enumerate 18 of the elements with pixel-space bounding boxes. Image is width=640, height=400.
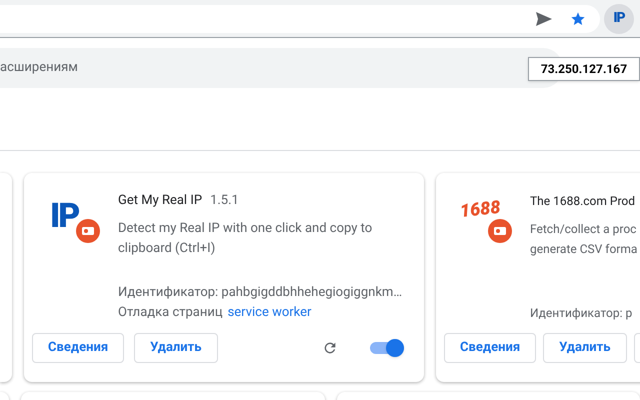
extension-logo: IP	[50, 195, 102, 245]
inspect-label: Отладка страниц	[118, 304, 223, 322]
remove-button[interactable]: Удалить	[543, 333, 627, 363]
extension-id: Идентификатор: pahbgigddbhhehegiogiggnkm…	[118, 284, 404, 302]
extension-title: The 1688.com Prod	[530, 193, 636, 210]
ip-tooltip: 73.250.127.167	[528, 57, 640, 81]
extension-description: Fetch/collect a proc	[530, 221, 638, 238]
extension-description: generate CSV forma	[530, 241, 638, 258]
extension-logo: 1688	[462, 195, 514, 245]
details-button[interactable]: Сведения	[444, 333, 536, 363]
details-button[interactable]: Сведения	[32, 333, 124, 363]
extension-title: Get My Real IP	[118, 192, 202, 210]
remove-button[interactable]: Удалить	[134, 333, 218, 363]
extension-id: Идентификатор: p	[530, 305, 634, 322]
extension-description: Detect my Real IP with one click and copy to clipboard (Ctrl+I)	[118, 220, 374, 258]
extension-button[interactable]: IP	[604, 4, 634, 34]
service-worker-link[interactable]: service worker	[228, 303, 312, 323]
extension-version: 1.5.1	[210, 192, 239, 210]
